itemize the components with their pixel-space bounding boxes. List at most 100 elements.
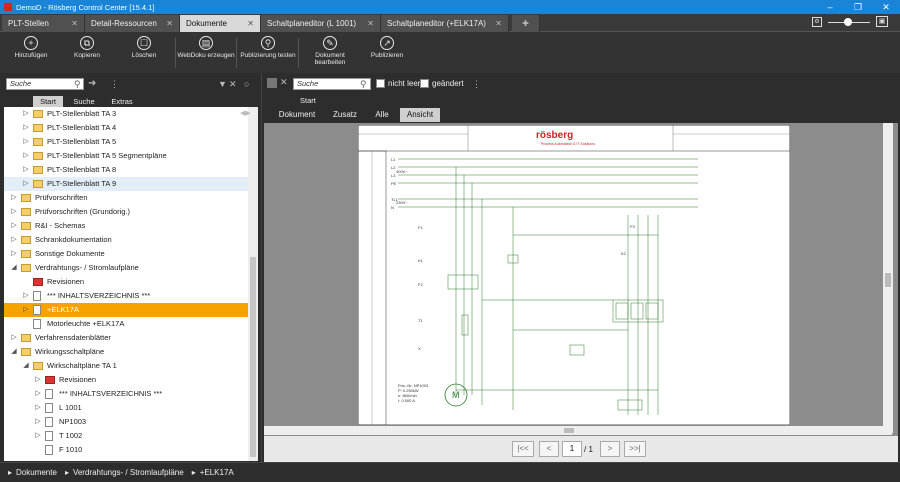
tab-zusatz[interactable]: Zusatz	[328, 108, 362, 122]
viewer-horizontal-scrollbar[interactable]	[264, 426, 892, 435]
expand-icon[interactable]: ▷	[22, 177, 30, 191]
expand-icon[interactable]: ▷	[22, 303, 30, 317]
window-mode-icon[interactable]: ▣	[876, 16, 888, 27]
clear-icon[interactable]: ✕	[280, 77, 288, 87]
collapse-icon[interactable]: ◢	[10, 261, 18, 275]
tab-ansicht[interactable]: Ansicht	[400, 108, 440, 122]
edit-document-button[interactable]: ✎ Dokument bearbeiten	[300, 35, 360, 66]
search-icon[interactable]: ⚲	[360, 79, 367, 89]
tab-detail-ressourcen[interactable]: Detail-Ressourcen ✕	[85, 15, 180, 32]
viewer-vertical-scrollbar[interactable]	[883, 123, 893, 433]
go-arrow-icon[interactable]: ➜	[88, 79, 96, 89]
tree-row[interactable]: ▷ PLT-Stellenblatt TA 4	[4, 121, 248, 135]
last-page-button[interactable]: >>|	[624, 441, 646, 457]
tree-row[interactable]: ▷ T 1002	[4, 429, 248, 443]
tree-row[interactable]: ▷ *** INHALTSVERZEICHNIS ***	[4, 387, 248, 401]
tab-suche[interactable]: Suche	[68, 96, 100, 107]
tree-row[interactable]: ▷ PLT-Stellenblatt TA 5 Segmentpläne	[4, 149, 248, 163]
expand-icon[interactable]: ▷	[34, 429, 42, 443]
tree-row[interactable]: ▷ +ELK17A	[4, 303, 248, 317]
expand-icon[interactable]: ▷	[22, 289, 30, 303]
tree-row[interactable]: F 1010	[4, 443, 248, 457]
clear-filter-icon[interactable]: ✕	[229, 79, 237, 89]
delete-button[interactable]: ☐ Löschen	[114, 35, 174, 59]
tree-row[interactable]: ◢ Wirkungsschaltpläne	[4, 345, 248, 359]
save-icon[interactable]	[267, 78, 277, 88]
expand-icon[interactable]: ▷	[22, 135, 30, 149]
expand-icon[interactable]: ▷	[10, 205, 18, 219]
tree-row[interactable]: ▷ PLT-Stellenblatt TA 3	[4, 107, 248, 121]
tree-row[interactable]: ◢ Verdrahtungs- / Stromlaufpläne	[4, 261, 248, 275]
expand-icon[interactable]: ▷	[10, 191, 18, 205]
tree-scrollbar[interactable]	[248, 107, 258, 461]
collapse-icon[interactable]: ◢	[22, 359, 30, 373]
search-icon[interactable]: ⚲	[74, 79, 81, 89]
tab-extras[interactable]: Extras	[106, 96, 138, 107]
tab-close-icon[interactable]: ✕	[367, 15, 374, 32]
first-page-button[interactable]: |<<	[512, 441, 534, 457]
tab-dokument[interactable]: Dokument	[274, 108, 320, 122]
tree-search-input[interactable]: Suche	[6, 78, 84, 90]
copy-button[interactable]: ⧉ Kopieren	[57, 35, 117, 59]
expand-icon[interactable]: ▷	[22, 121, 30, 135]
expand-icon[interactable]: ▷	[34, 387, 42, 401]
tree-row[interactable]: ▷ *** INHALTSVERZEICHNIS ***	[4, 289, 248, 303]
tree-row[interactable]: ◢ Wirkschaltpläne TA 1	[4, 359, 248, 373]
expand-icon[interactable]: ▷	[10, 219, 18, 233]
tree-row[interactable]: ▷ Revisionen	[4, 373, 248, 387]
expand-icon[interactable]: ▷	[34, 401, 42, 415]
breadcrumb-item[interactable]: +ELK17A	[200, 468, 234, 477]
scrollbar-thumb[interactable]	[885, 273, 891, 287]
tree-row[interactable]: ▷ Prüfvorschriften	[4, 191, 248, 205]
scrollbar-thumb[interactable]	[564, 428, 574, 433]
expand-icon[interactable]: ▷	[10, 331, 18, 345]
tab-start[interactable]: Start	[33, 96, 63, 107]
tree-row[interactable]: ▷ PLT-Stellenblatt TA 8	[4, 163, 248, 177]
breadcrumb-item[interactable]: Verdrahtungs- / Stromlaufpläne	[73, 468, 184, 477]
expand-icon[interactable]: ▷	[22, 163, 30, 177]
scrollbar-thumb[interactable]	[250, 257, 256, 457]
tab-close-icon[interactable]: ✕	[247, 15, 254, 32]
minimize-icon[interactable]: –	[816, 0, 844, 14]
tree-row[interactable]: ▷ Prüfvorschriften (Grundorig.)	[4, 205, 248, 219]
tree-row[interactable]: ▷ Schrankdokumentation	[4, 233, 248, 247]
tab-close-icon[interactable]: ✕	[495, 15, 502, 32]
prev-page-button[interactable]: <	[539, 441, 559, 457]
tree-row[interactable]: ▷ PLT-Stellenblatt TA 5	[4, 135, 248, 149]
close-icon[interactable]: ✕	[872, 0, 900, 14]
filter-icon[interactable]: ▼	[218, 79, 227, 89]
tree-row[interactable]: Revisionen	[4, 275, 248, 289]
tree-row[interactable]: Motorleuchte +ELK17A	[4, 317, 248, 331]
tree-row[interactable]: ▷ R&I - Schemas	[4, 219, 248, 233]
zoom-slider[interactable]	[828, 18, 870, 26]
expand-icon[interactable]: ○	[244, 79, 249, 89]
breadcrumb-item[interactable]: Dokumente	[16, 468, 57, 477]
publish-button[interactable]: ↗ Publizieren	[357, 35, 417, 59]
tab-dokumente[interactable]: Dokumente ✕	[180, 15, 261, 32]
expand-icon[interactable]: ▷	[22, 107, 30, 121]
publish-test-button[interactable]: ⚲ Publizierung testen	[238, 35, 298, 59]
expand-icon[interactable]: ▷	[10, 247, 18, 261]
scroll-left-icon[interactable]: ◀▶	[240, 109, 251, 119]
tab-schaltplaneditor-l1001[interactable]: Schaltplaneditor (L 1001) ✕	[261, 15, 381, 32]
settings-gear-icon[interactable]: ⚙	[812, 17, 822, 27]
tab-plt-stellen[interactable]: PLT-Stellen ✕	[2, 15, 85, 32]
nicht-leer-checkbox[interactable]	[376, 79, 385, 88]
slider-thumb[interactable]	[844, 18, 852, 26]
expand-icon[interactable]: ▷	[10, 233, 18, 247]
add-button[interactable]: + Hinzufügen	[1, 35, 61, 59]
new-tab-icon[interactable]: ✚	[512, 15, 540, 32]
tree-row[interactable]: ▷ Verfahrensdatenblätter	[4, 331, 248, 345]
tree-row[interactable]: ▷ PLT-Stellenblatt TA 9	[4, 177, 248, 191]
restore-icon[interactable]: ❐	[844, 0, 872, 14]
next-page-button[interactable]: >	[600, 441, 620, 457]
expand-icon[interactable]: ▷	[34, 415, 42, 429]
expand-icon[interactable]: ▷	[34, 373, 42, 387]
tab-close-icon[interactable]: ✕	[71, 15, 78, 32]
expand-icon[interactable]: ▷	[22, 149, 30, 163]
webdoku-button[interactable]: ▤ WebDoku erzeugen	[176, 35, 236, 59]
tree-row[interactable]: ▷ L 1001	[4, 401, 248, 415]
tree-row[interactable]: ▷ Sonstige Dokumente	[4, 247, 248, 261]
tab-alle[interactable]: Alle	[368, 108, 396, 122]
tab-schaltplaneditor-elk17a[interactable]: Schaltplaneditor (+ELK17A) ✕	[381, 15, 509, 32]
